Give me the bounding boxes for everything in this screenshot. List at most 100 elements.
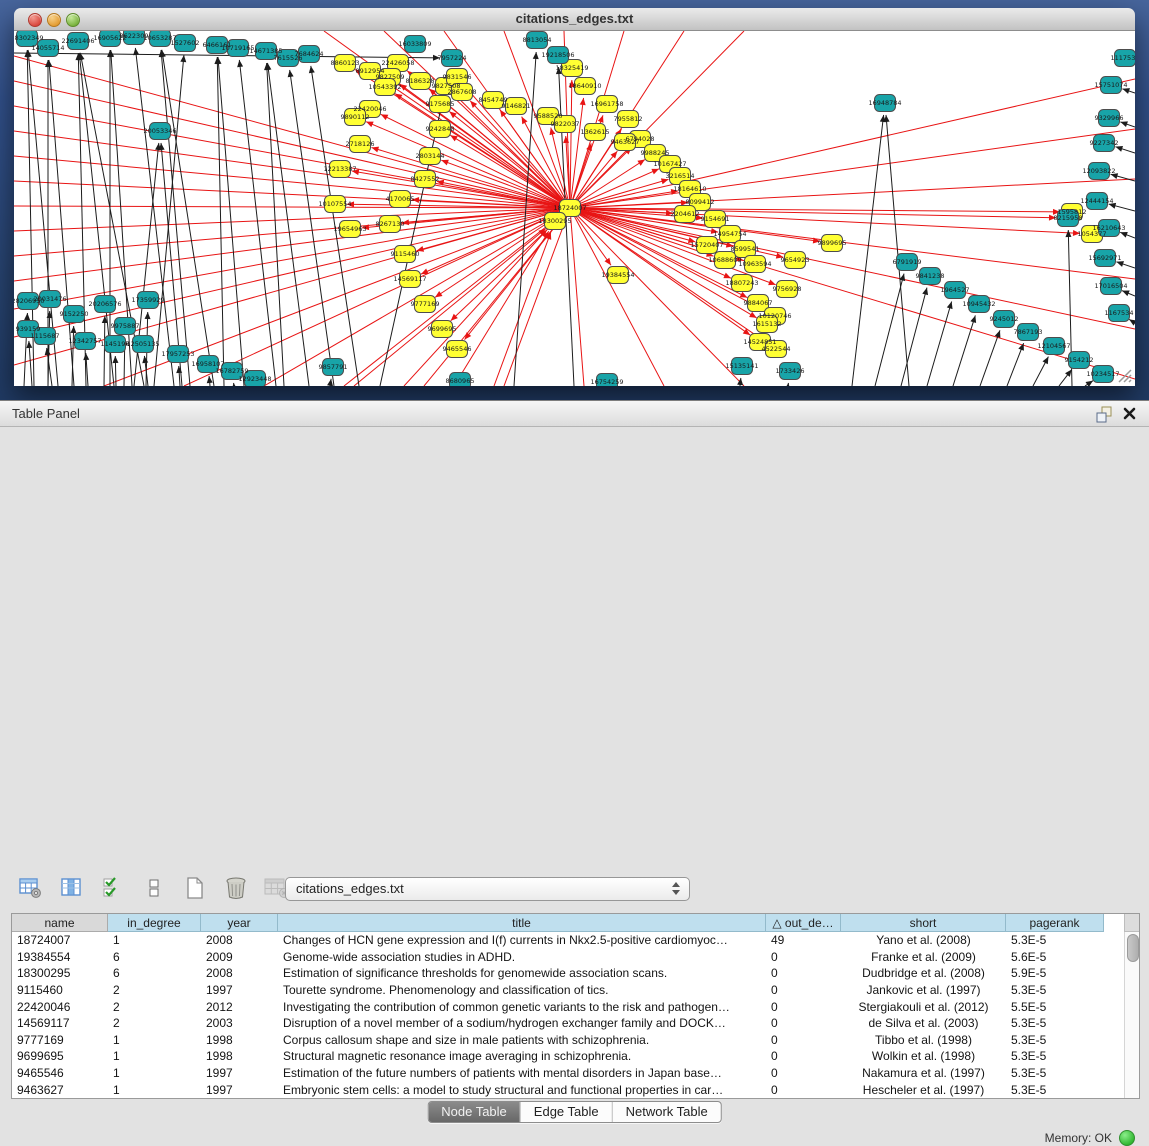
table-cell: Stergiakouli et al. (2012) bbox=[841, 1000, 1006, 1014]
graph-node-label: 18164610 bbox=[673, 185, 706, 193]
table-row[interactable]: 969969511998Structural magnetic resonanc… bbox=[12, 1048, 1139, 1065]
table-panel-body: f(x) citations_edges.txt namein_degreeye… bbox=[0, 427, 1149, 727]
column-header[interactable]: year bbox=[201, 914, 278, 932]
table-cell: 1 bbox=[108, 933, 201, 947]
graph-node-label: 8267130 bbox=[376, 220, 405, 228]
graph-node-label: 2718126 bbox=[346, 140, 375, 148]
table-cell: 1998 bbox=[201, 1049, 278, 1063]
table-cell: 2012 bbox=[201, 1000, 278, 1014]
close-panel-icon[interactable] bbox=[1122, 406, 1137, 421]
graph-node-label: 12342757 bbox=[68, 337, 101, 345]
table-row[interactable]: 1456911722003Disruption of a novel membe… bbox=[12, 1015, 1139, 1032]
graph-node-label: 9841238 bbox=[916, 272, 945, 280]
graph-edge bbox=[504, 208, 570, 386]
table-cell: Dudbridge et al. (2008) bbox=[841, 966, 1006, 980]
show-columns-button[interactable] bbox=[59, 875, 85, 901]
column-header[interactable]: title bbox=[278, 914, 766, 932]
select-all-button[interactable] bbox=[100, 875, 126, 901]
graph-edge bbox=[1116, 262, 1135, 268]
graph-edge bbox=[1120, 232, 1135, 238]
edge-arrowhead bbox=[785, 383, 791, 386]
table-cell: 2 bbox=[108, 1000, 201, 1014]
tab-edge-table[interactable]: Edge Table bbox=[520, 1102, 612, 1122]
table-cell: 9115460 bbox=[12, 983, 108, 997]
graph-edge bbox=[570, 160, 645, 208]
table-cell: 0 bbox=[766, 1083, 841, 1097]
graph-node-label: 1615132 bbox=[753, 320, 782, 328]
table-row[interactable]: 1830029562008Estimation of significance … bbox=[12, 965, 1139, 982]
table-cell: 14569117 bbox=[12, 1016, 108, 1030]
table-row[interactable]: 1938455462009Genome-wide association stu… bbox=[12, 949, 1139, 966]
tab-network-table[interactable]: Network Table bbox=[612, 1102, 721, 1122]
table-cell: 5.3E-5 bbox=[1006, 1066, 1104, 1080]
graph-edge bbox=[1007, 343, 1024, 386]
delete-column-button[interactable] bbox=[223, 875, 249, 901]
network-view-canvas[interactable]: 1872400788601238912954224260589827509105… bbox=[14, 31, 1135, 386]
window-title: citations_edges.txt bbox=[14, 11, 1135, 26]
memory-status[interactable]: Memory: OK bbox=[1045, 1130, 1135, 1146]
graph-node-label: 10543392 bbox=[368, 83, 401, 91]
table-row[interactable]: 911546021997Tourette syndrome. Phenomeno… bbox=[12, 982, 1139, 999]
graph-node-label: 18325419 bbox=[555, 64, 588, 72]
column-header[interactable]: short bbox=[841, 914, 1006, 932]
table-cell: Jankovic et al. (1997) bbox=[841, 983, 1006, 997]
graph-edge bbox=[1059, 370, 1072, 386]
vertical-scrollbar[interactable] bbox=[1124, 932, 1139, 1098]
graph-node-label: 16210643 bbox=[1092, 224, 1125, 232]
table-type-tabs: Node TableEdge TableNetwork Table bbox=[427, 1101, 722, 1123]
column-header[interactable]: in_degree bbox=[108, 914, 201, 932]
graph-edge bbox=[570, 208, 584, 386]
graph-node-label: 10963594 bbox=[738, 260, 771, 268]
table-mode-button[interactable] bbox=[18, 875, 44, 901]
graph-node-label: 9175685 bbox=[426, 100, 455, 108]
scrollbar-thumb[interactable] bbox=[1127, 934, 1139, 962]
table-selector-dropdown[interactable]: citations_edges.txt bbox=[285, 877, 690, 901]
graph-node-label: 9146821 bbox=[502, 102, 531, 110]
table-cell: 0 bbox=[766, 950, 841, 964]
table-cell: 9463627 bbox=[12, 1083, 108, 1097]
window-titlebar[interactable]: citations_edges.txt bbox=[14, 8, 1135, 31]
graph-node-label: 22420046 bbox=[353, 105, 386, 113]
column-header[interactable]: name bbox=[12, 914, 108, 932]
table-row[interactable]: 2242004622012Investigating the contribut… bbox=[12, 998, 1139, 1015]
graph-node-label: 17359929 bbox=[131, 296, 164, 304]
graph-node-label: 1167534 bbox=[1105, 309, 1134, 317]
graph-node-label: 8860123 bbox=[331, 59, 360, 67]
graph-node-label: 17016504 bbox=[1094, 282, 1127, 290]
create-column-button[interactable] bbox=[182, 875, 208, 901]
table-row[interactable]: 1872400712008Changes of HCN gene express… bbox=[12, 932, 1139, 949]
table-row[interactable]: 977716911998Corpus callosum shape and si… bbox=[12, 1032, 1139, 1049]
table-cell: 1997 bbox=[201, 983, 278, 997]
column-header[interactable]: pagerank bbox=[1006, 914, 1104, 932]
table-cell: 2003 bbox=[201, 1016, 278, 1030]
float-window-icon[interactable] bbox=[1096, 406, 1113, 423]
graph-node-label: 7684624 bbox=[295, 50, 324, 58]
resize-grip-icon[interactable] bbox=[1115, 366, 1133, 384]
graph-edge bbox=[570, 129, 1135, 208]
memory-ok-indicator-icon bbox=[1119, 1130, 1135, 1146]
network-graph[interactable]: 1872400788601238912954224260589827509105… bbox=[14, 31, 1135, 386]
graph-node-label: 7957224 bbox=[438, 54, 467, 62]
graph-node-label: 9884067 bbox=[744, 299, 773, 307]
graph-node-label: 9777169 bbox=[411, 300, 440, 308]
graph-node-label: 15692971 bbox=[1088, 254, 1121, 262]
graph-node-label: 9465546 bbox=[443, 345, 472, 353]
graph-edge bbox=[927, 302, 952, 386]
graph-node-label: 12213387 bbox=[323, 165, 356, 173]
table-header-corner bbox=[1124, 914, 1139, 932]
graph-node-label: 12104567 bbox=[1037, 342, 1070, 350]
graph-node-label: 9154212 bbox=[1065, 356, 1094, 364]
toggle-rows-button[interactable] bbox=[141, 875, 167, 901]
tab-node-table[interactable]: Node Table bbox=[428, 1102, 520, 1122]
graph-node-label: 9242848 bbox=[426, 125, 455, 133]
graph-node-label: 9827509 bbox=[376, 73, 405, 81]
table-row[interactable]: 946554611997Estimation of the future num… bbox=[12, 1065, 1139, 1082]
graph-node-label: 1733426 bbox=[776, 367, 805, 375]
table-row[interactable]: 946362711997Embryonic stem cells: a mode… bbox=[12, 1081, 1139, 1098]
graph-node-label: 9756928 bbox=[773, 285, 802, 293]
table-cell: Structural magnetic resonance image aver… bbox=[278, 1049, 766, 1063]
graph-node-label: 1527602 bbox=[171, 39, 200, 47]
table-cell: Estimation of significance thresholds fo… bbox=[278, 966, 766, 980]
column-header[interactable]: △ out_de… bbox=[766, 914, 841, 932]
graph-node-label: 19654963 bbox=[333, 225, 366, 233]
